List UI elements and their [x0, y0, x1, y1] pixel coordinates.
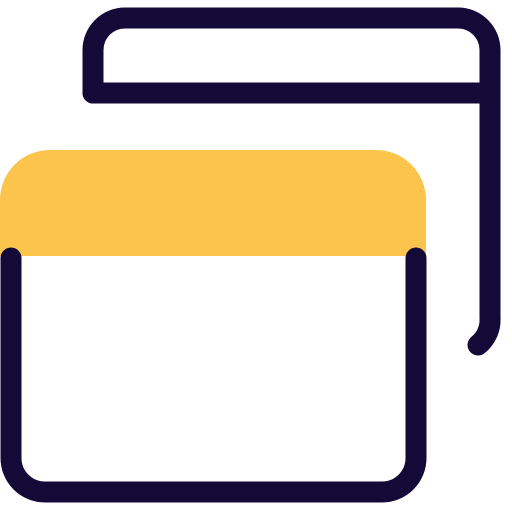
multiple-windows-icon	[0, 7, 501, 503]
front-window-titlebar	[0, 150, 426, 256]
front-window-body-outline	[0, 247, 427, 503]
icon-canvas	[0, 0, 512, 512]
